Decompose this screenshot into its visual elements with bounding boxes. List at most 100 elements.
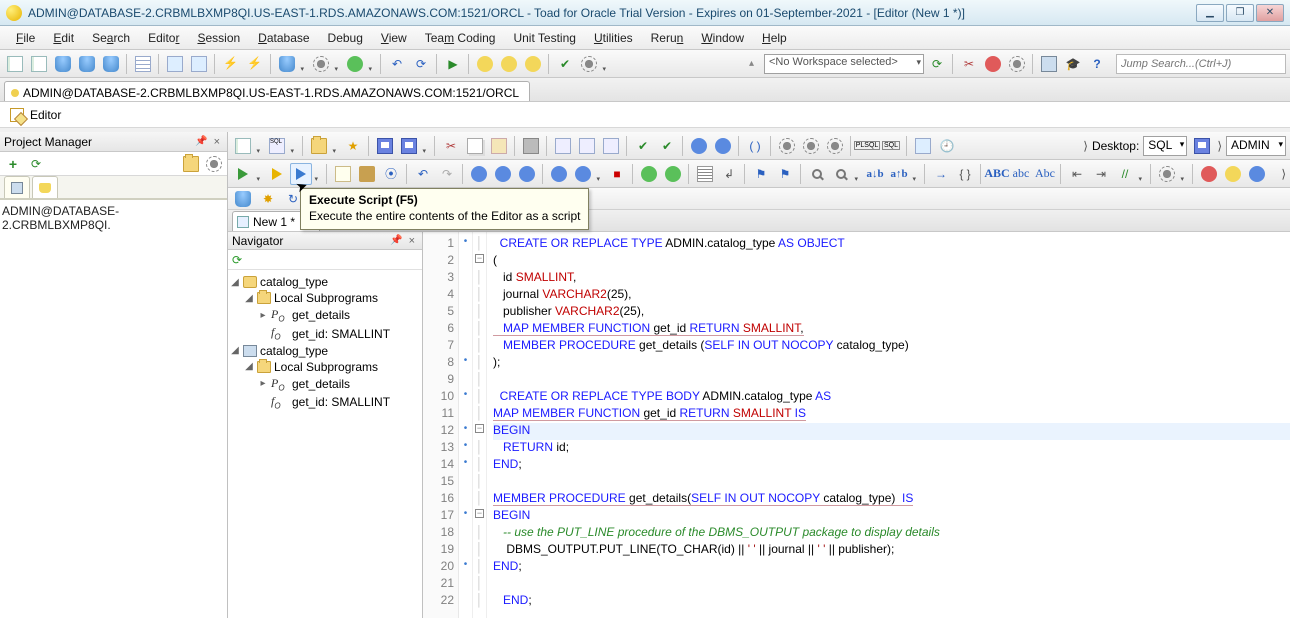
- menu-debug[interactable]: Debug: [320, 28, 371, 48]
- etb-chk1[interactable]: ✔: [632, 135, 654, 157]
- etb2-e[interactable]: [572, 163, 594, 185]
- etb2-indent[interactable]: ⇥: [1090, 163, 1112, 185]
- minimize-button[interactable]: [1196, 4, 1224, 22]
- etb2-more[interactable]: [1156, 163, 1178, 185]
- source-text[interactable]: CREATE OR REPLACE TYPE ADMIN.catalog_typ…: [487, 232, 1290, 618]
- etb2-bm2[interactable]: ⚑: [774, 163, 796, 185]
- etb-grid2[interactable]: [576, 135, 598, 157]
- tb-sess2[interactable]: [310, 53, 332, 75]
- nav-pin-icon[interactable]: 📌: [387, 235, 405, 246]
- etb2-ABC[interactable]: ABC: [986, 163, 1008, 185]
- nav-close-icon[interactable]: ×: [406, 235, 418, 247]
- etb-grid1[interactable]: [552, 135, 574, 157]
- nav-node[interactable]: ◢catalog_type: [230, 343, 420, 359]
- desktop-save[interactable]: [1191, 135, 1213, 157]
- etb2-wrap[interactable]: ↲: [718, 163, 740, 185]
- tb-gear2[interactable]: [1006, 53, 1028, 75]
- etb2-a[interactable]: [468, 163, 490, 185]
- etb-new[interactable]: [232, 135, 254, 157]
- etb-sqlbtn[interactable]: SQL: [880, 135, 902, 157]
- pm-refresh-button[interactable]: ⟳: [26, 154, 46, 174]
- nav-node[interactable]: ▸POget_details: [230, 306, 420, 324]
- tb-box2[interactable]: [498, 53, 520, 75]
- pm-gear-button[interactable]: [204, 154, 224, 174]
- menu-database[interactable]: Database: [250, 28, 317, 48]
- tb-commit[interactable]: [344, 53, 366, 75]
- etb2-outdent[interactable]: ⇤: [1066, 163, 1088, 185]
- user-combo[interactable]: ADMIN: [1226, 136, 1286, 156]
- etb2-ball1[interactable]: [638, 163, 660, 185]
- menu-help[interactable]: Help: [754, 28, 795, 48]
- etb-grid3[interactable]: [600, 135, 622, 157]
- tree-twisty[interactable]: ◢: [244, 361, 254, 372]
- tb-redo[interactable]: ⟳: [410, 53, 432, 75]
- tb-flash[interactable]: ⚡: [220, 53, 242, 75]
- etb-cut[interactable]: ✂: [440, 135, 462, 157]
- pm-filter-button[interactable]: [181, 154, 201, 174]
- etb2-find[interactable]: [806, 163, 828, 185]
- tb-box1[interactable]: [474, 53, 496, 75]
- menu-editor[interactable]: Editor: [140, 28, 187, 48]
- run-statement-button[interactable]: [232, 163, 254, 185]
- nav-node[interactable]: fOget_id: SMALLINT: [230, 324, 420, 342]
- etb2-undo[interactable]: ↶: [412, 163, 434, 185]
- etb2-goto[interactable]: →: [930, 163, 952, 185]
- tree-twisty[interactable]: ◢: [244, 293, 254, 304]
- tb-sheet1[interactable]: [4, 53, 26, 75]
- etb-plsql[interactable]: PLSQL: [856, 135, 878, 157]
- code-editor[interactable]: 12345678910111213141516171819202122 ••••…: [423, 232, 1290, 618]
- tb-db1[interactable]: [52, 53, 74, 75]
- etb-sql[interactable]: SQL: [266, 135, 288, 157]
- workspace-combo[interactable]: <No Workspace selected>: [764, 54, 924, 74]
- etb2-x1[interactable]: [1198, 163, 1220, 185]
- close-window-button[interactable]: [1256, 4, 1284, 22]
- etb2-find2[interactable]: [830, 163, 852, 185]
- pm-close-icon[interactable]: ×: [211, 136, 223, 148]
- jump-search-input[interactable]: [1116, 54, 1286, 74]
- aux-1[interactable]: [232, 188, 254, 210]
- pm-tree-root[interactable]: ADMIN@DATABASE-2.CRBMLBXMP8QI.: [2, 204, 225, 232]
- pm-pin-icon[interactable]: 📌: [192, 136, 210, 147]
- etb-open[interactable]: [308, 135, 330, 157]
- nav-node[interactable]: ◢catalog_type: [230, 274, 420, 290]
- tb-undo[interactable]: ↶: [386, 53, 408, 75]
- etb-saveas[interactable]: [398, 135, 420, 157]
- etb-t1[interactable]: [776, 135, 798, 157]
- nav-node[interactable]: ◢Local Subprograms: [230, 290, 420, 306]
- etb-t2[interactable]: [800, 135, 822, 157]
- etb-save[interactable]: [374, 135, 396, 157]
- nav-refresh-icon[interactable]: ⟳: [232, 253, 242, 267]
- etb-fav[interactable]: ★: [342, 135, 364, 157]
- etb-paren[interactable]: ( ): [744, 135, 766, 157]
- tb-del[interactable]: [982, 53, 1004, 75]
- tb-help[interactable]: ?: [1086, 53, 1108, 75]
- tb-hat[interactable]: 🎓: [1062, 53, 1084, 75]
- tb-ws-refresh[interactable]: ⟳: [926, 53, 948, 75]
- pm-tree[interactable]: ADMIN@DATABASE-2.CRBMLBXMP8QI.: [0, 200, 227, 618]
- etb2-list[interactable]: [694, 163, 716, 185]
- etb-print[interactable]: [520, 135, 542, 157]
- etb-clock[interactable]: 🕘: [936, 135, 958, 157]
- run-cursor-button[interactable]: [266, 163, 288, 185]
- etb-t3[interactable]: [824, 135, 846, 157]
- menu-session[interactable]: Session: [189, 28, 248, 48]
- etb2-b[interactable]: [492, 163, 514, 185]
- pm-tab-2[interactable]: [32, 176, 58, 198]
- etb2-Abc[interactable]: Abc: [1034, 163, 1056, 185]
- tb-session[interactable]: [276, 53, 298, 75]
- tb-monitor[interactable]: [1038, 53, 1060, 75]
- etb2-comment[interactable]: //: [1114, 163, 1136, 185]
- etb-opt1[interactable]: [688, 135, 710, 157]
- etb2-ab1[interactable]: a↓b: [864, 163, 886, 185]
- menu-edit[interactable]: Edit: [45, 28, 82, 48]
- tb-tree2[interactable]: [188, 53, 210, 75]
- etb2-format[interactable]: [356, 163, 378, 185]
- menu-unittesting[interactable]: Unit Testing: [505, 28, 583, 48]
- etb-chk2[interactable]: ✔: [656, 135, 678, 157]
- connection-tab[interactable]: ADMIN@DATABASE-2.CRBMLBXMP8QI.US-EAST-1.…: [4, 81, 530, 101]
- etb2-pair[interactable]: { }: [954, 163, 976, 185]
- etb2-explain[interactable]: [332, 163, 354, 185]
- tb-tree[interactable]: [164, 53, 186, 75]
- etb-copy[interactable]: [464, 135, 486, 157]
- tree-twisty[interactable]: ▸: [258, 378, 268, 389]
